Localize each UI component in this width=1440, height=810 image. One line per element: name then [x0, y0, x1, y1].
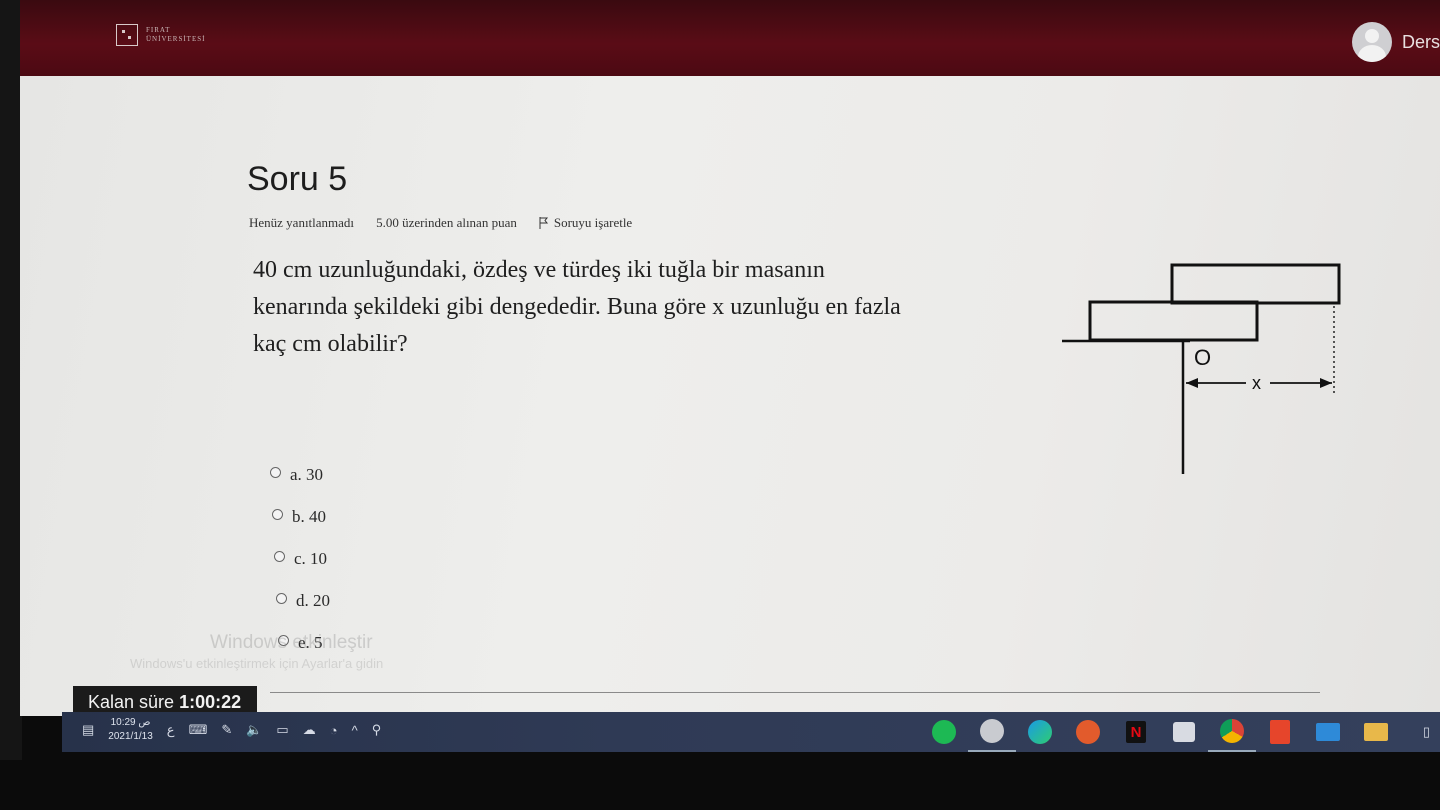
bricks-figure: O x — [1062, 263, 1341, 474]
arrowhead-left — [1186, 378, 1198, 388]
spotify-app[interactable] — [920, 712, 968, 752]
wifi-icon[interactable]: ◔ — [330, 723, 338, 738]
taskbar-tray: ▤ 10:29 ص 2021/1/13 ع ⌨ ✎ 🔈 ▭ ☁ ◔ ^ ⚲ — [82, 716, 381, 744]
clock-date: 2021/1/13 — [108, 731, 153, 742]
divider — [270, 692, 1320, 693]
show-desktop-icon[interactable]: ▯ — [1423, 724, 1430, 740]
option-label[interactable]: a. 30 — [290, 465, 323, 485]
option-d[interactable]: d. 20 — [276, 580, 330, 622]
clock-time: 10:29 ص — [110, 717, 151, 728]
question-text-line: kaç cm olabilir? — [253, 331, 408, 357]
quiz-page: Soru 5 Henüz yanıtlanmadı 5.00 üzerinden… — [20, 76, 1440, 716]
option-c[interactable]: c. 10 — [274, 538, 330, 580]
flag-question-link[interactable]: Soruyu işaretle — [539, 215, 632, 231]
user-menu[interactable]: Ders — [1351, 22, 1440, 62]
pinned-app[interactable] — [968, 712, 1016, 752]
spotify-icon — [932, 720, 956, 744]
mail-icon — [1316, 723, 1340, 741]
action-center-icon[interactable]: ▤ — [82, 722, 94, 738]
user-name[interactable]: Ders — [1402, 32, 1440, 53]
radio-button[interactable] — [272, 508, 283, 520]
edge-icon — [1028, 720, 1052, 744]
option-label[interactable]: b. 40 — [292, 507, 326, 527]
point-label: O — [1194, 345, 1211, 370]
site-header: FIRAT ÜNİVERSİTESİ Ders — [20, 0, 1440, 80]
question-text: 40 cm uzunluğundaki, özdeş ve türdeş iki… — [253, 252, 1053, 363]
store-app[interactable] — [1160, 712, 1208, 752]
volume-icon[interactable]: 🔈 — [246, 722, 262, 738]
length-label: x — [1252, 373, 1261, 393]
input-language[interactable]: ع — [167, 722, 175, 738]
cloud-icon[interactable]: ☁ — [303, 722, 316, 738]
question-text-line: kenarında şekildeki gibi dengededir. Bun… — [253, 294, 901, 320]
avatar[interactable] — [1351, 22, 1392, 62]
chevron-up-icon[interactable]: ^ — [352, 723, 358, 738]
question-status: Henüz yanıtlanmadı — [249, 215, 355, 230]
taskbar-apps: N — [920, 712, 1400, 752]
taskbar-clock[interactable]: 10:29 ص 2021/1/13 — [108, 716, 153, 744]
app-circle-icon — [980, 719, 1004, 743]
battery-icon[interactable]: ▭ — [276, 722, 288, 738]
radio-button[interactable] — [276, 592, 287, 604]
file-explorer-app[interactable] — [1352, 712, 1400, 752]
university-logo[interactable]: FIRAT ÜNİVERSİTESİ — [116, 24, 216, 46]
radio-button[interactable] — [274, 550, 285, 562]
arrowhead-right — [1320, 378, 1332, 388]
chrome-app[interactable] — [1208, 712, 1256, 752]
windows-taskbar: ▤ 10:29 ص 2021/1/13 ع ⌨ ✎ 🔈 ▭ ☁ ◔ ^ ⚲ N … — [62, 712, 1440, 752]
netflix-icon: N — [1126, 721, 1146, 743]
media-player-app[interactable] — [1064, 712, 1112, 752]
flag-label[interactable]: Soruyu işaretle — [554, 215, 632, 231]
activation-watermark-subtext: Windows'u etkinleştirmek için Ayarlar'a … — [130, 656, 384, 671]
question-info: Henüz yanıtlanmadı 5.00 üzerinden alınan… — [249, 215, 632, 231]
option-b[interactable]: b. 40 — [272, 496, 330, 538]
option-label[interactable]: d. 20 — [296, 591, 330, 611]
logo-icon — [116, 24, 138, 46]
radio-button[interactable] — [270, 466, 281, 478]
media-player-icon — [1076, 720, 1100, 744]
option-label[interactable]: c. 10 — [294, 549, 327, 569]
people-icon[interactable]: ⚲ — [372, 722, 382, 738]
logo-text: FIRAT ÜNİVERSİTESİ — [146, 26, 206, 43]
activation-watermark: Windows etkinleştir — [210, 632, 373, 653]
netflix-app[interactable]: N — [1112, 712, 1160, 752]
store-icon — [1173, 722, 1195, 742]
office-app[interactable] — [1256, 712, 1304, 752]
monitor-bezel — [0, 0, 22, 760]
question-points: 5.00 üzerinden alınan puan — [376, 215, 517, 230]
question-text-line: 40 cm uzunluğundaki, özdeş ve türdeş iki… — [253, 257, 825, 283]
top-brick — [1170, 263, 1341, 305]
keyboard-icon[interactable]: ⌨ — [189, 722, 208, 738]
question-title: Soru 5 — [247, 160, 348, 198]
timer-label: Kalan süre — [88, 692, 175, 712]
timer-value: 1:00:22 — [179, 692, 242, 712]
pen-icon[interactable]: ✎ — [221, 722, 232, 738]
folder-icon — [1364, 723, 1388, 741]
chrome-icon — [1220, 719, 1244, 743]
option-a[interactable]: a. 30 — [270, 454, 330, 496]
mail-app[interactable] — [1304, 712, 1352, 752]
office-icon — [1270, 720, 1290, 744]
flag-icon — [539, 217, 548, 229]
bottom-brick — [1088, 300, 1259, 342]
edge-app[interactable] — [1016, 712, 1064, 752]
